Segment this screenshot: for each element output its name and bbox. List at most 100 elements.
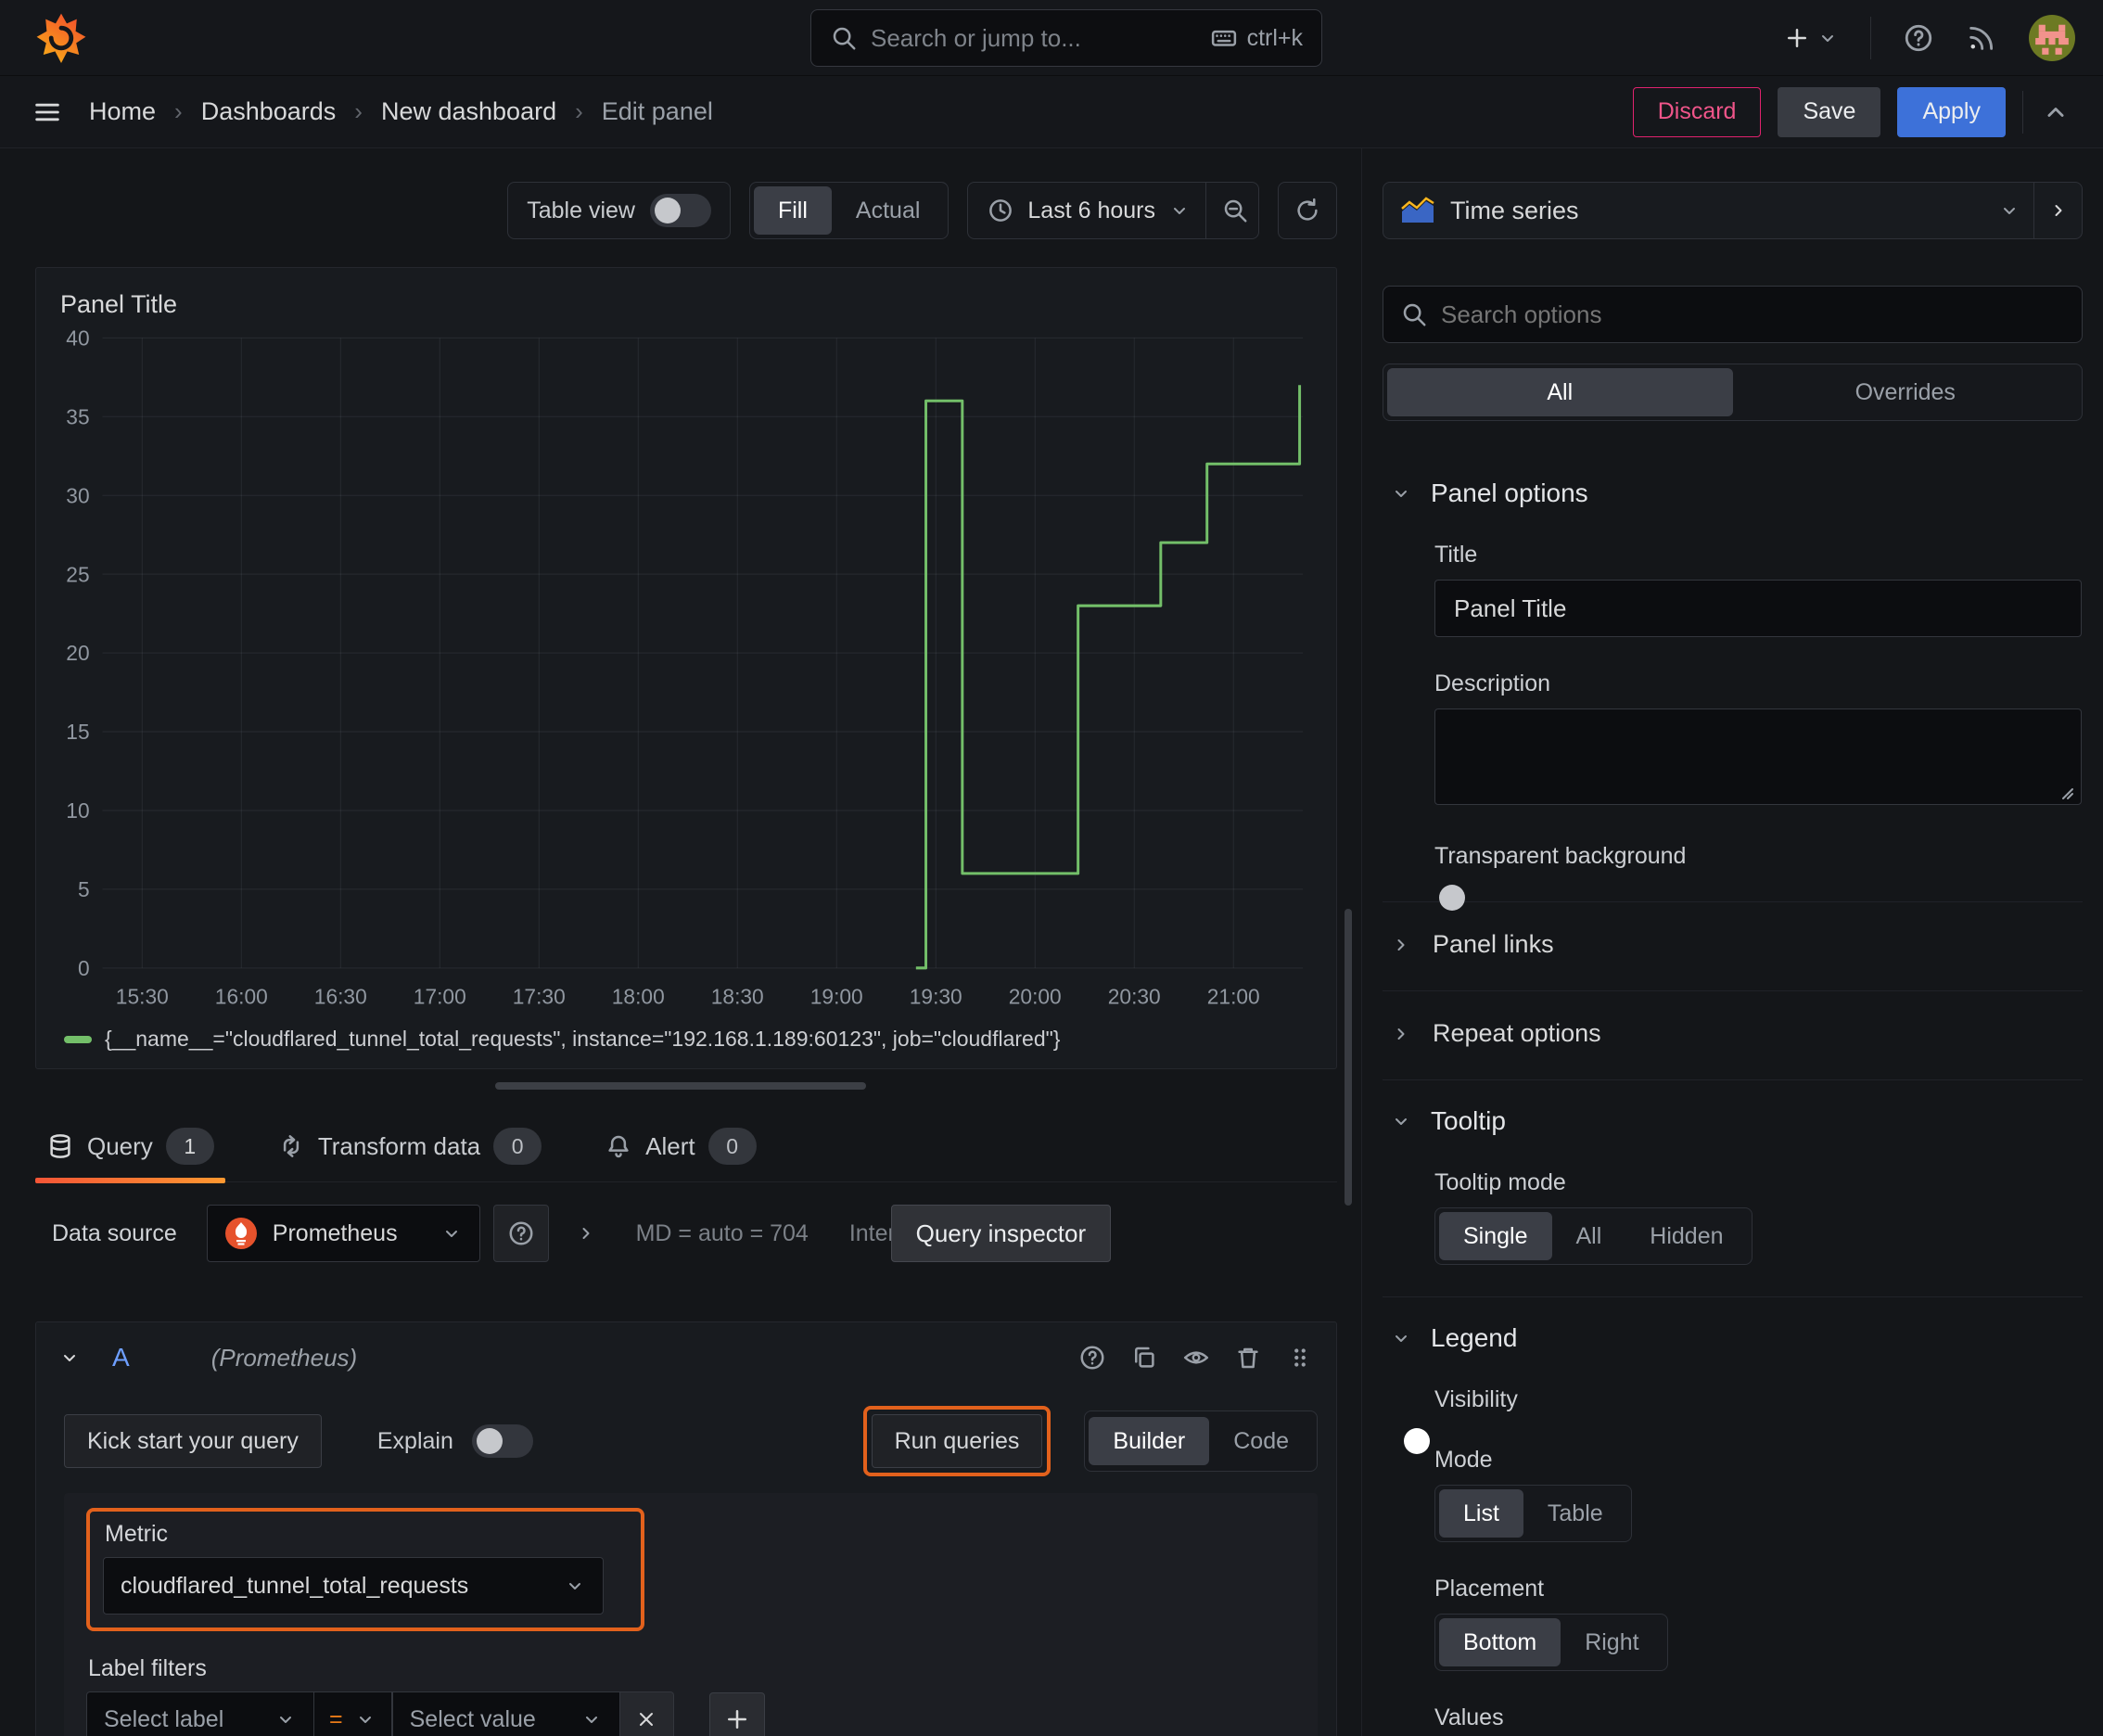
metric-highlight-annotation: Metric cloudflared_tunnel_total_requests [86,1508,644,1631]
close-icon [635,1708,657,1730]
operator-dropdown[interactable]: = [314,1691,392,1736]
chevron-right-icon [2047,199,2070,222]
legend-series-swatch[interactable] [64,1035,92,1043]
run-queries-button[interactable]: Run queries [871,1414,1043,1468]
panel-links-label: Panel links [1433,930,1554,958]
add-new-button[interactable] [1783,24,1839,52]
legend-list-option[interactable]: List [1439,1489,1523,1538]
panel-links-row[interactable]: Panel links [1383,901,2083,959]
max-datapoints-stat: MD = auto = 704 [635,1219,809,1246]
add-filter-button[interactable] [708,1692,765,1736]
repeat-options-row[interactable]: Repeat options [1383,990,2083,1048]
svg-text:18:30: 18:30 [711,984,764,1008]
news-button[interactable] [1966,22,1997,54]
collapse-header-icon[interactable] [2040,96,2071,128]
legend-placement-label: Placement [1434,1576,1545,1602]
help-button[interactable] [1903,22,1934,54]
tooltip-header[interactable]: Tooltip [1383,1106,2083,1136]
chevron-down-icon[interactable] [1168,199,1191,222]
explain-label: Explain [376,1427,453,1454]
hide-response-icon[interactable] [1182,1344,1210,1372]
global-search[interactable]: ctrl+k [810,9,1322,67]
prometheus-icon [224,1218,257,1249]
chevron-down-icon [1390,1110,1412,1132]
grafana-logo[interactable] [33,10,89,66]
help-icon[interactable] [1078,1344,1106,1372]
code-option[interactable]: Code [1209,1417,1313,1465]
metric-select[interactable]: cloudflared_tunnel_total_requests [103,1557,604,1615]
builder-option[interactable]: Builder [1089,1417,1210,1465]
datasource-help-button[interactable] [492,1205,549,1262]
drag-handle-icon[interactable] [1286,1344,1314,1372]
panel-options-title: Panel options [1431,479,1588,507]
tooltip-single-option[interactable]: Single [1439,1212,1552,1260]
tooltip-hidden-option[interactable]: Hidden [1625,1212,1747,1260]
chevron-down-icon[interactable] [58,1347,81,1369]
left-pane-scrollbar[interactable] [1345,909,1352,1206]
panel-options-header[interactable]: Panel options [1383,479,2083,508]
all-option[interactable]: All [1387,368,1733,416]
explain-toggle[interactable] [471,1424,533,1458]
legend-series-label[interactable]: {__name__="cloudflared_tunnel_total_requ… [105,1027,1060,1052]
svg-text:30: 30 [66,483,89,507]
visualization-picker[interactable]: Time series [1383,182,2083,239]
tooltip-all-option[interactable]: All [1552,1212,1626,1260]
chevron-right-icon[interactable] [575,1222,597,1245]
run-queries-highlight-annotation: Run queries [862,1406,1052,1476]
zoom-out-icon[interactable] [1221,197,1249,224]
legend-header[interactable]: Legend [1383,1323,2083,1353]
table-view-toggle[interactable] [649,194,711,227]
divider [1870,17,1871,59]
duplicate-icon[interactable] [1130,1344,1158,1372]
legend-table-option[interactable]: Table [1523,1489,1627,1538]
tab-alert[interactable]: Alert 0 [599,1128,761,1181]
remove-filter-button[interactable] [619,1691,674,1736]
svg-text:0: 0 [78,956,90,980]
tab-query[interactable]: Query 1 [35,1128,225,1183]
select-value-dropdown[interactable]: Select value [391,1691,620,1736]
collapse-options-button[interactable] [2033,183,2082,238]
save-button[interactable]: Save [1778,86,1881,137]
panel-resize-handle[interactable] [495,1082,866,1090]
kick-start-button[interactable]: Kick start your query [64,1414,322,1468]
apply-button[interactable]: Apply [1897,86,2006,137]
panel-edit-main: Table view Fill Actual Last 6 hours Pane… [0,148,1361,1736]
resize-corner-icon[interactable] [2054,780,2076,802]
overrides-option[interactable]: Overrides [1733,368,2079,416]
refresh-button[interactable] [1278,182,1337,239]
breadcrumb-home[interactable]: Home [89,97,156,126]
svg-text:25: 25 [66,562,89,586]
options-search-input[interactable] [1441,300,2065,329]
select-label-dropdown[interactable]: Select label [86,1691,314,1736]
breadcrumb-dashboards[interactable]: Dashboards [201,97,337,126]
svg-text:5: 5 [78,877,90,901]
datasource-row: Data source Prometheus MD = auto = 704 I… [35,1205,1337,1262]
keyboard-icon [1210,24,1238,52]
query-row-header[interactable]: A (Prometheus) [36,1322,1336,1393]
datasource-picker[interactable]: Prometheus [206,1205,480,1262]
fill-option[interactable]: Fill [753,186,832,235]
svg-text:17:30: 17:30 [513,984,566,1008]
time-range-label[interactable]: Last 6 hours [1027,198,1155,224]
title-field[interactable] [1434,580,2082,637]
legend-bottom-option[interactable]: Bottom [1439,1618,1561,1666]
svg-text:16:00: 16:00 [215,984,268,1008]
actual-option[interactable]: Actual [832,186,944,235]
legend-right-option[interactable]: Right [1561,1618,1663,1666]
options-sidebar: Time series All Overrides Panel options … [1361,148,2103,1736]
tab-transform[interactable]: Transform data 0 [272,1128,547,1181]
select-label-placeholder: Select label [104,1705,224,1732]
menu-icon[interactable] [32,96,63,128]
query-inspector-button[interactable]: Query inspector [890,1205,1112,1262]
remove-query-icon[interactable] [1234,1344,1262,1372]
user-avatar[interactable] [2029,15,2075,61]
description-field[interactable] [1434,708,2082,805]
timeseries-chart[interactable]: 0 5 10 15 20 25 30 35 40 15:30 16:00 16:30 17:00 17:3… [57,323,1316,1023]
global-search-input[interactable] [871,23,1197,53]
legend-values-label: Values [1434,1704,1504,1730]
panel-options-section: Panel options Title Description Transpar… [1383,453,2083,1048]
breadcrumb-new-dashboard[interactable]: New dashboard [381,97,556,126]
options-search[interactable] [1383,286,2083,343]
discard-button[interactable]: Discard [1632,86,1762,137]
avatar-image [2029,15,2075,61]
